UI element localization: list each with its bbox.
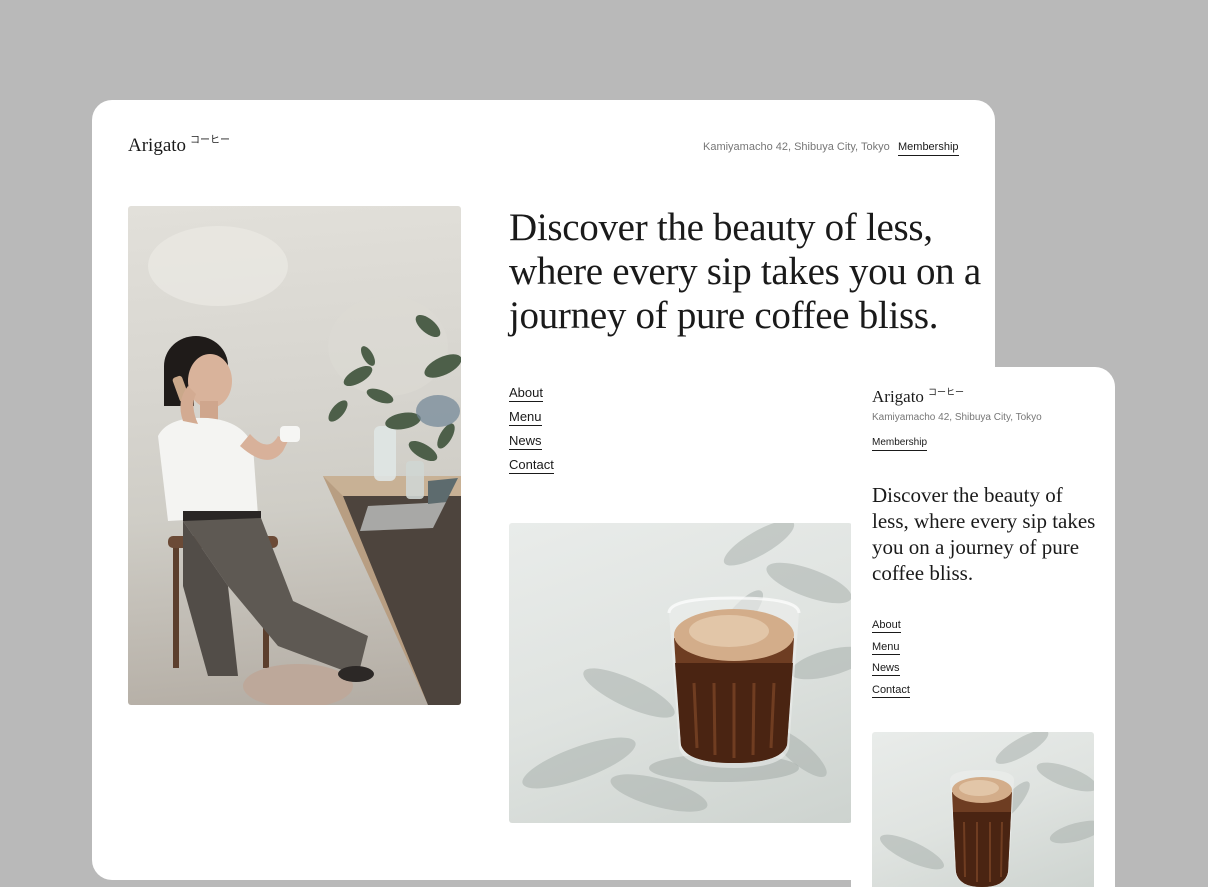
coffee-photo-illustration-mobile — [879, 732, 1094, 887]
nav-link-menu-mobile[interactable]: Menu — [872, 640, 900, 655]
nav-link-contact-mobile[interactable]: Contact — [872, 684, 910, 699]
hero-photo-woman-cafe — [128, 206, 461, 705]
hero-heading: Discover the beauty of less, where every… — [509, 206, 981, 337]
nav-link-about[interactable]: About — [509, 385, 543, 402]
nav-item-contact: Contact — [509, 457, 554, 481]
membership-link[interactable]: Membership — [898, 141, 959, 156]
nav-link-about-mobile[interactable]: About — [872, 619, 901, 633]
mobile-preview-card: Arigato コーヒー Kamiyamacho 42, Shibuya City… — [851, 367, 1115, 887]
coffee-glass-photo-mobile — [872, 732, 1094, 887]
nav-link-news[interactable]: News — [509, 433, 542, 450]
store-address: Kamiyamacho 42, Shibuya City, Tokyo — [703, 141, 890, 153]
brand-logo-word-mobile: Arigato — [872, 387, 924, 406]
store-address-mobile: Kamiyamacho 42, Shibuya City, Tokyo — [872, 412, 1042, 423]
hero-photo-illustration — [148, 226, 461, 705]
nav-link-contact[interactable]: Contact — [509, 457, 554, 474]
nav-link-news-mobile[interactable]: News — [872, 662, 900, 677]
nav-item-news: News — [509, 433, 554, 457]
nav-item-about: About — [509, 385, 554, 409]
main-nav: About Menu News Contact — [509, 385, 554, 481]
nav-item-menu-mobile: Menu — [872, 640, 910, 663]
brand-logo-mobile[interactable]: Arigato コーヒー — [872, 388, 964, 405]
nav-link-menu[interactable]: Menu — [509, 409, 542, 426]
nav-item-contact-mobile: Contact — [872, 684, 910, 706]
main-nav-mobile: About Menu News Contact — [872, 619, 910, 706]
brand-logo-jp-mobile: コーヒー — [927, 388, 964, 398]
coffee-photo-illustration — [522, 523, 852, 812]
coffee-glass-photo — [509, 523, 852, 823]
nav-item-news-mobile: News — [872, 662, 910, 684]
nav-item-about-mobile: About — [872, 619, 910, 641]
brand-logo-word: Arigato — [128, 135, 187, 156]
brand-logo[interactable]: Arigato コーヒー — [128, 135, 231, 156]
hero-heading-mobile: Discover the beauty of less, where every… — [872, 483, 1096, 585]
membership-link-mobile[interactable]: Membership — [872, 437, 928, 451]
nav-item-menu: Menu — [509, 409, 554, 433]
brand-logo-jp: コーヒー — [190, 135, 231, 146]
